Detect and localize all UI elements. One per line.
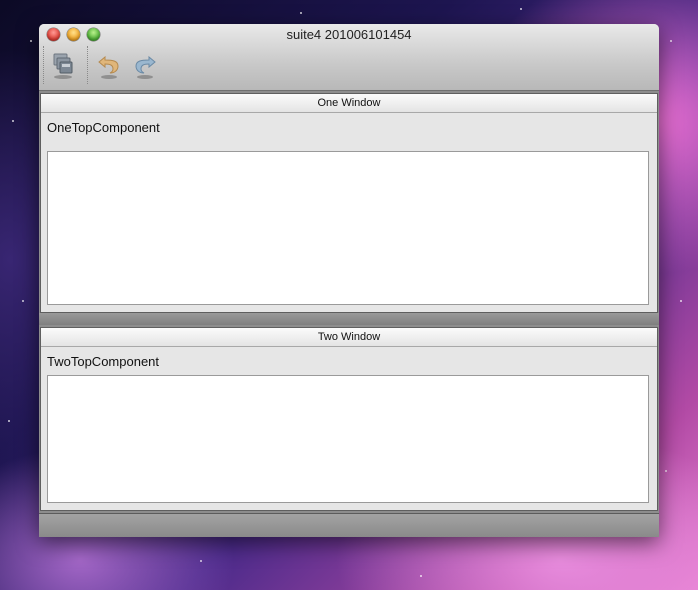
undo-icon	[98, 55, 119, 79]
redo-button[interactable]	[132, 52, 158, 80]
two-top-component-label: TwoTopComponent	[47, 354, 160, 369]
save-all-icon	[53, 53, 73, 79]
redo-icon	[135, 55, 156, 79]
star	[8, 420, 10, 422]
two-window-panel: Two Window TwoTopComponent	[40, 327, 658, 511]
one-top-component-label: OneTopComponent	[47, 120, 160, 135]
star	[12, 120, 14, 122]
status-bar	[39, 513, 659, 537]
one-window-panel: One Window OneTopComponent	[40, 93, 658, 313]
star	[22, 300, 24, 302]
star	[670, 40, 672, 42]
two-text-area[interactable]	[47, 375, 649, 503]
star	[420, 575, 422, 577]
toolbar-separator	[43, 46, 44, 84]
main-content: One Window OneTopComponent Two Window Tw…	[39, 91, 659, 537]
two-window-tab[interactable]: Two Window	[41, 328, 657, 347]
toolbar-separator	[87, 46, 88, 84]
star	[680, 300, 682, 302]
application-window: suite4 201006101454 One Window OneTopCom…	[39, 24, 659, 537]
star	[300, 12, 302, 14]
star	[200, 560, 202, 562]
star	[520, 8, 522, 10]
one-window-tab[interactable]: One Window	[41, 94, 657, 113]
star	[30, 40, 32, 42]
desktop-background: suite4 201006101454 One Window OneTopCom…	[0, 0, 698, 590]
one-text-area[interactable]	[47, 151, 649, 305]
undo-button[interactable]	[96, 52, 122, 80]
window-title: suite4 201006101454	[286, 27, 412, 42]
save-all-button[interactable]	[50, 52, 76, 80]
split-divider[interactable]	[39, 313, 659, 325]
title-bar[interactable]: suite4 201006101454	[39, 24, 659, 91]
star	[665, 470, 667, 472]
